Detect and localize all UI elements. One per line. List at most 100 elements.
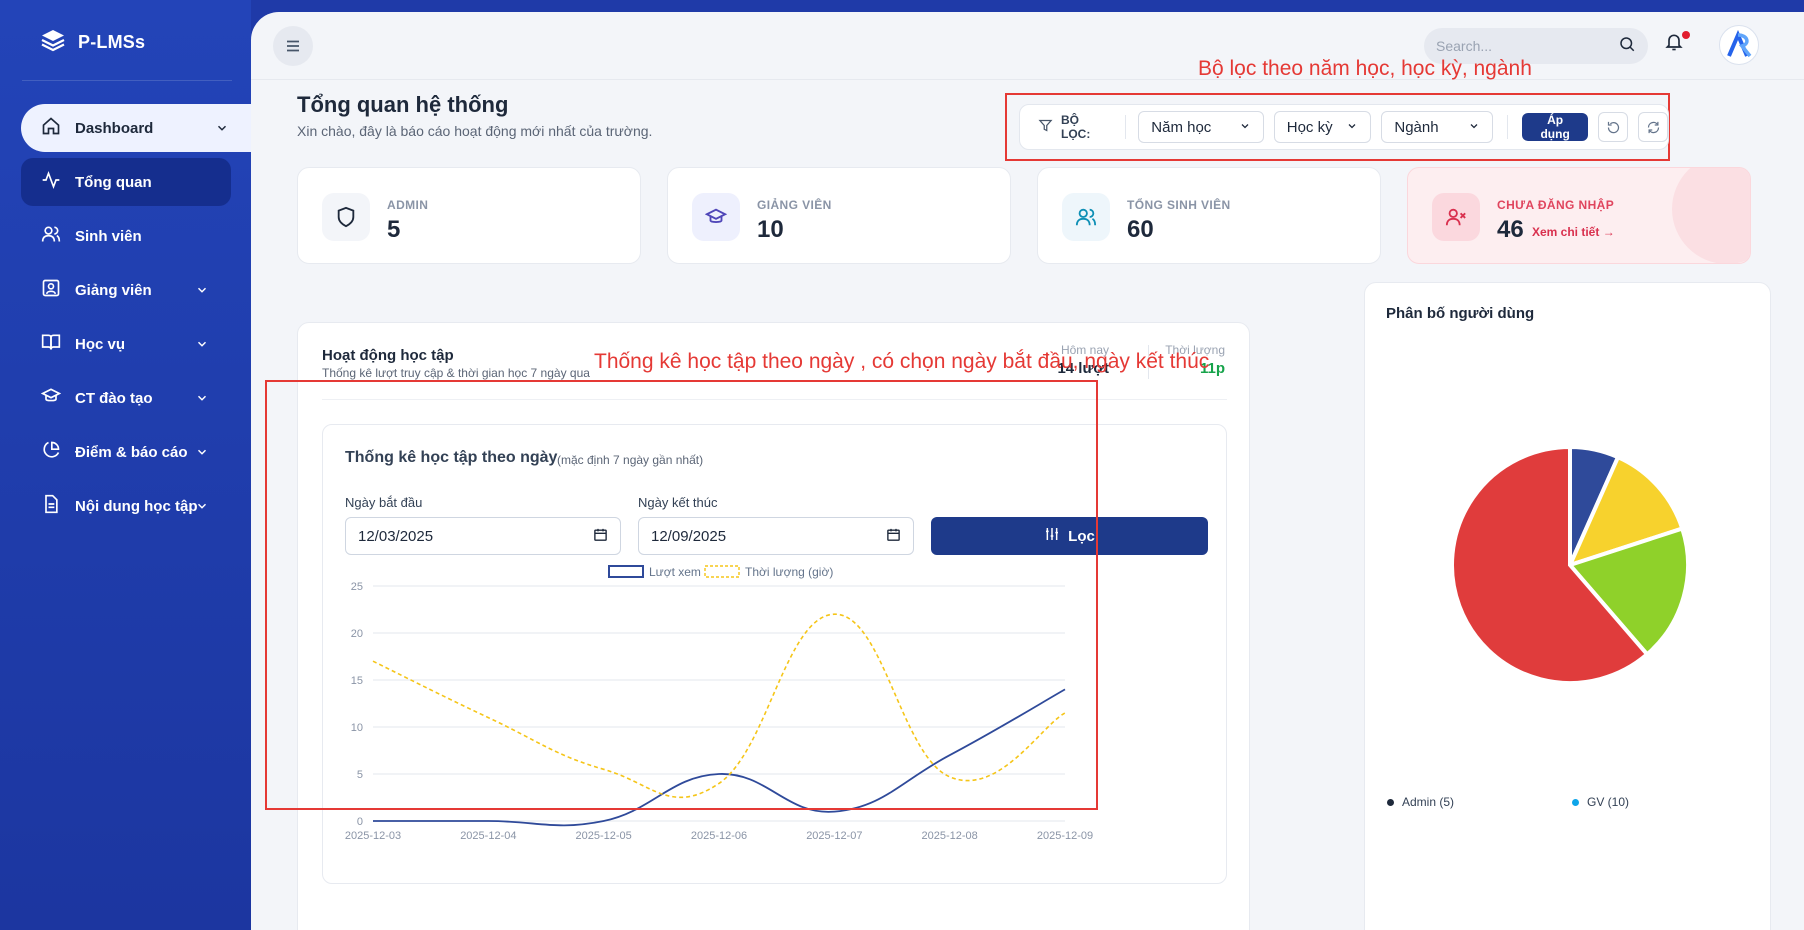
chevron-down-icon [195, 337, 209, 355]
year-select[interactable]: Năm học [1138, 111, 1264, 143]
year-select-value: Năm học [1151, 118, 1212, 136]
divider [1125, 115, 1127, 139]
stat-card-not-logged-in[interactable]: CHƯA ĐĂNG NHẬP 46 Xem chi tiết → [1407, 167, 1751, 264]
chevron-down-icon [195, 283, 209, 301]
sidebar-item-lecturers[interactable]: Giảng viên [21, 266, 231, 314]
x-tick-label: 2025-12-04 [460, 830, 516, 842]
stat-value: 46 [1497, 216, 1524, 243]
avatar[interactable] [1719, 25, 1759, 65]
stat-value: 60 [1127, 216, 1154, 243]
layers-logo-icon [40, 28, 66, 57]
filter-label: BỘ LỌC: [1038, 113, 1111, 141]
users-icon [41, 224, 61, 248]
stat-value: 5 [387, 216, 401, 243]
chevron-down-icon [195, 499, 209, 517]
sidebar-item-label: Dashboard [75, 119, 154, 137]
home-icon [41, 116, 61, 140]
stat-card-lecturers: GIẢNG VIÊN 10 [667, 167, 1011, 264]
stat-label: GIẢNG VIÊN [757, 198, 832, 212]
user-distribution-panel: Phân bố người dùng Admin (5) GV (10) [1364, 282, 1771, 930]
divider [22, 80, 232, 81]
pie-chart [1450, 444, 1690, 685]
topbar [251, 12, 1804, 80]
sidebar-item-grades-reports[interactable]: Điểm & báo cáo [21, 428, 231, 476]
graduation-cap-icon [40, 386, 62, 410]
page-title: Tổng quan hệ thống [297, 92, 509, 117]
chevron-down-icon [1239, 119, 1251, 136]
legend-label: Admin (5) [1402, 795, 1455, 809]
brand-name: P-LMSs [78, 32, 146, 52]
brand[interactable]: P-LMSs [40, 28, 145, 57]
divider [1506, 115, 1508, 139]
legend-item-lecturer[interactable]: GV (10) [1572, 795, 1629, 809]
sidebar-item-dashboard[interactable]: Dashboard [21, 104, 251, 152]
id-card-icon [41, 278, 61, 302]
y-tick-label: 0 [357, 816, 363, 828]
major-select-value: Ngành [1394, 118, 1439, 136]
sidebar-item-label: Sinh viên [75, 227, 142, 245]
x-tick-label: 2025-12-08 [922, 830, 978, 842]
hamburger-icon [287, 40, 299, 52]
view-details-link[interactable]: Xem chi tiết → [1532, 225, 1615, 239]
legend-label: GV (10) [1587, 795, 1630, 809]
annotation-chart-box [265, 380, 1098, 810]
refresh-button[interactable] [1638, 112, 1668, 142]
decorative-circle [1672, 168, 1750, 263]
legend-item-admin[interactable]: Admin (5) [1387, 795, 1454, 809]
sidebar-item-learning-content[interactable]: Nội dung học tập [21, 482, 231, 530]
chevron-down-icon [1346, 119, 1358, 136]
chevron-down-icon [195, 445, 209, 463]
sidebar-item-curriculum[interactable]: CT đào tạo [21, 374, 231, 422]
reset-filter-button[interactable] [1598, 112, 1629, 142]
legend-swatch [1387, 798, 1394, 806]
page-subtitle: Xin chào, đây là báo cáo hoạt động mới n… [297, 123, 653, 139]
menu-toggle-button[interactable] [273, 26, 313, 66]
stat-value: 10 [757, 216, 784, 243]
sidebar-item-label: Tổng quan [75, 173, 152, 191]
sidebar-item-overview[interactable]: Tổng quan [21, 158, 231, 206]
x-tick-label: 2025-12-05 [576, 830, 632, 842]
book-open-icon [41, 332, 61, 356]
users-icon [1062, 193, 1110, 241]
stat-card-admin: ADMIN 5 [297, 167, 641, 264]
chevron-down-icon [215, 121, 229, 139]
x-tick-label: 2025-12-07 [806, 830, 862, 842]
activity-icon [41, 170, 61, 194]
sidebar-item-students[interactable]: Sinh viên [21, 212, 231, 260]
x-tick-label: 2025-12-09 [1037, 830, 1093, 842]
semester-select[interactable]: Học kỳ [1273, 111, 1372, 143]
search-icon[interactable] [1618, 35, 1636, 58]
main-panel: Tổng quan hệ thống Xin chào, đây là báo … [251, 12, 1804, 930]
stat-label: CHƯA ĐĂNG NHẬP [1497, 198, 1615, 212]
undo-icon [1607, 121, 1619, 133]
sidebar: P-LMSs Dashboard Tổng quan Sinh viên Giả… [0, 0, 251, 930]
stat-card-students: TỔNG SINH VIÊN 60 [1037, 167, 1381, 264]
sidebar-item-label: Học vụ [75, 335, 126, 353]
chevron-down-icon [1468, 119, 1480, 136]
sidebar-item-label: Điểm & báo cáo [75, 443, 188, 461]
sidebar-nav: Dashboard Tổng quan Sinh viên Giảng viên… [21, 104, 251, 536]
x-tick-label: 2025-12-06 [691, 830, 747, 842]
chevron-down-icon [195, 391, 209, 409]
legend-swatch [1572, 798, 1579, 806]
apply-filter-button[interactable]: Áp dụng [1521, 113, 1589, 141]
pie-chart-icon [41, 440, 61, 464]
filter-icon [1038, 118, 1053, 136]
user-x-icon [1432, 193, 1480, 241]
sidebar-item-label: CT đào tạo [75, 389, 153, 407]
user-logo-icon [1727, 30, 1752, 58]
stat-label: ADMIN [387, 198, 429, 212]
refresh-icon [1647, 121, 1659, 133]
notification-badge [1682, 31, 1690, 39]
filter-bar: BỘ LỌC: Năm học Học kỳ Ngành Áp dụng [1019, 104, 1669, 150]
sidebar-item-academic[interactable]: Học vụ [21, 320, 231, 368]
activity-title: Hoạt động học tập [322, 347, 454, 364]
sidebar-item-label: Giảng viên [75, 281, 152, 299]
major-select[interactable]: Ngành [1381, 111, 1493, 143]
activity-subtitle: Thống kê lượt truy cập & thời gian học 7… [322, 366, 590, 380]
bell-icon[interactable] [1664, 32, 1684, 57]
annotation-filter-note: Bộ lọc theo năm học, học kỳ, ngành [1198, 57, 1532, 80]
search-input[interactable] [1436, 38, 1618, 54]
annotation-chart-note: Thống kê học tập theo ngày , có chọn ngà… [594, 350, 1210, 373]
filter-label-text: BỘ LỌC: [1061, 113, 1091, 141]
